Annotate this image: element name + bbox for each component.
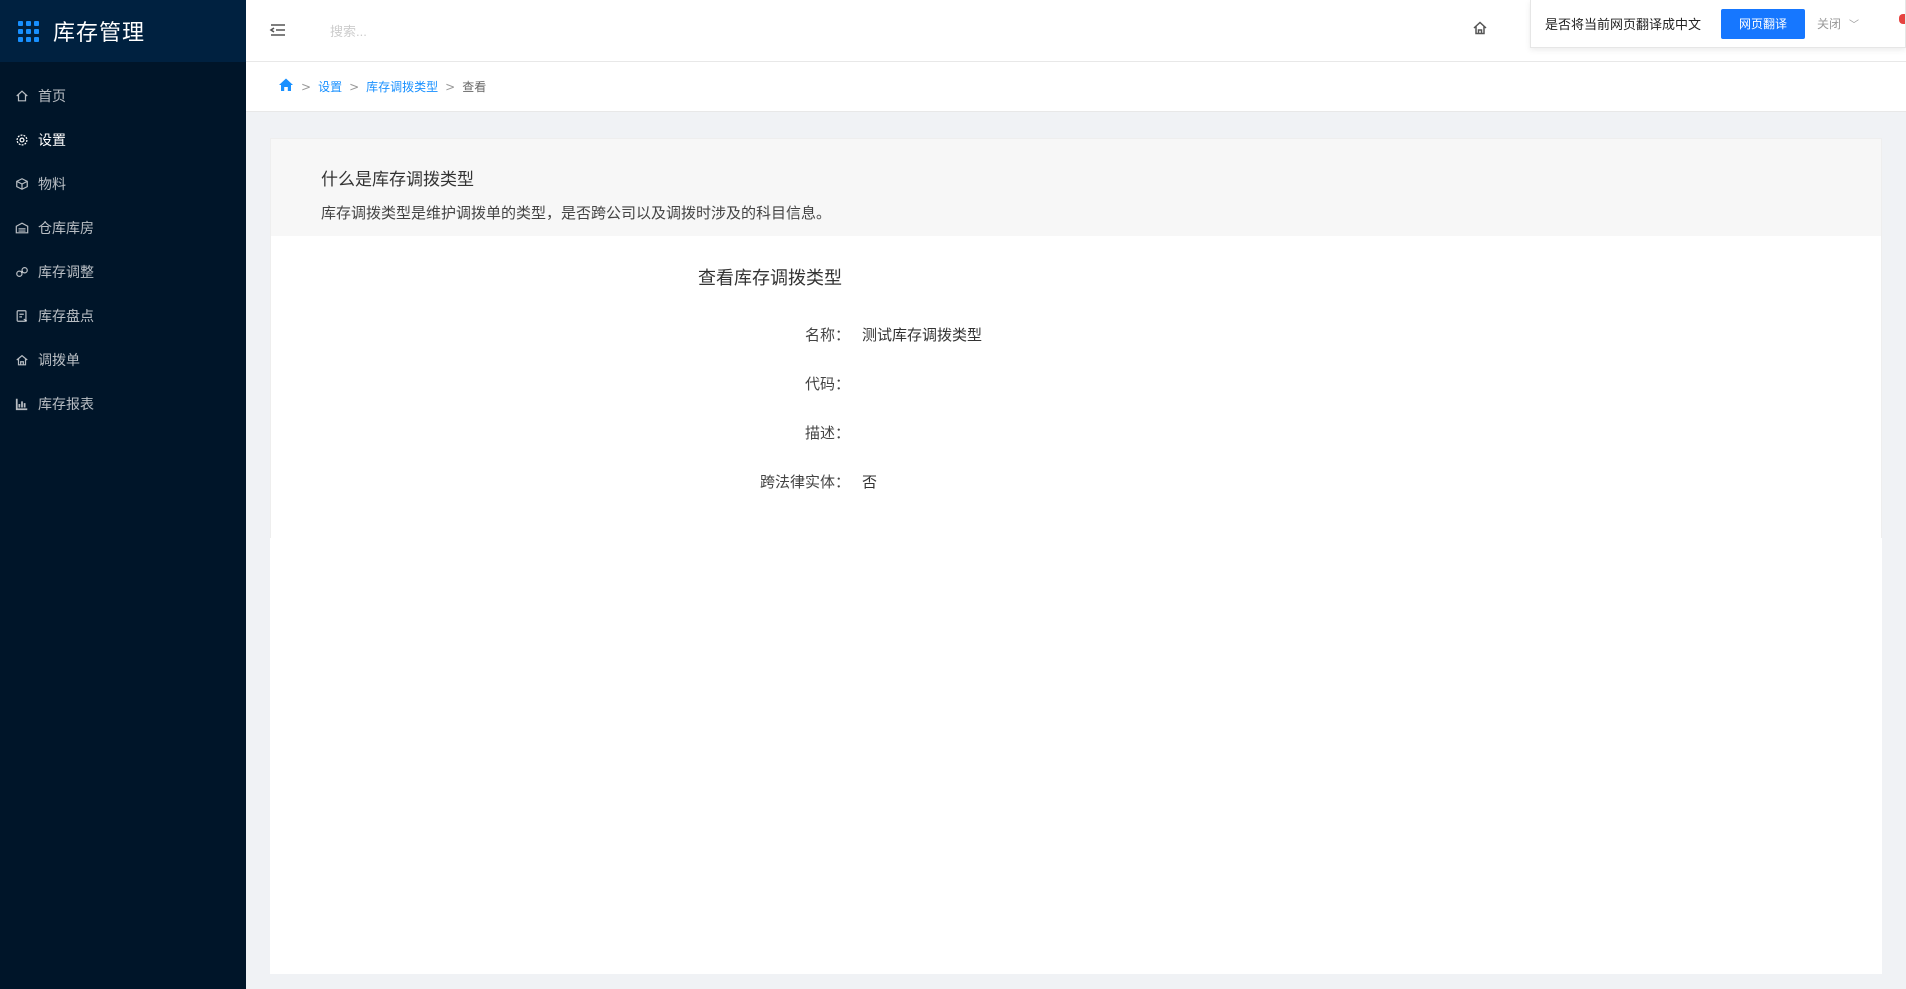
breadcrumb-settings[interactable]: 设置 [318,78,342,95]
home-icon[interactable] [1472,20,1490,38]
translate-prompt-text: 是否将当前网页翻译成中文 [1545,18,1702,33]
field-label: 跨法律实体： [759,472,850,491]
breadcrumb: > 设置 > 库存调拨类型 > 查看 [246,62,1906,112]
field-label: 代码： [804,374,850,393]
intro-title: 什么是库存调拨类型 [321,170,474,190]
warehouse-icon [14,220,30,236]
sidebar-item-transfer-order[interactable]: 调拨单 [0,338,246,382]
search-input[interactable] [330,18,570,44]
checklist-icon [14,308,30,324]
transfer-icon [14,352,30,368]
intro-panel: 什么是库存调拨类型 库存调拨类型是维护调拨单的类型，是否跨公司以及调拨时涉及的科… [270,138,1882,236]
sidebar-item-inventory-adjust[interactable]: 库存调整 [0,250,246,294]
cube-icon [14,176,30,192]
sidebar-item-reports[interactable]: 库存报表 [0,382,246,426]
sidebar-item-label: 调拨单 [38,353,80,369]
sidebar-item-settings[interactable]: 设置 [0,118,246,162]
chevron-down-icon[interactable]: ﹀ [1849,16,1859,31]
sidebar-item-stocktake[interactable]: 库存盘点 [0,294,246,338]
breadcrumb-separator: > [301,79,312,94]
intro-description: 库存调拨类型是维护调拨单的类型，是否跨公司以及调拨时涉及的科目信息。 [321,204,832,222]
form-title: 查看库存调拨类型 [698,268,842,289]
gear-icon [14,132,30,148]
sidebar-menu: 首页 设置 物料 仓库库房 库存调整 库存盘点 调拨单 库存报表 [0,62,246,426]
divider [1881,236,1882,538]
sidebar-item-label: 仓库库房 [38,221,94,237]
field-value: 否 [862,472,878,491]
field-value: 测试库存调拨类型 [862,325,983,344]
field-code: 代码： [270,371,862,395]
translate-button[interactable]: 网页翻译 [1721,8,1806,39]
adjust-icon [14,264,30,280]
brand[interactable]: 库存管理 [0,0,246,62]
translate-close-button[interactable]: 关闭 [1817,15,1841,32]
sidebar-item-warehouse[interactable]: 仓库库房 [0,206,246,250]
home-icon[interactable] [278,77,294,96]
sidebar-item-label: 首页 [38,89,66,105]
field-name: 名称： 测试库存调拨类型 [270,322,982,346]
sidebar-item-label: 物料 [38,177,66,193]
sidebar-item-materials[interactable]: 物料 [0,162,246,206]
sidebar-item-label: 库存盘点 [38,309,94,325]
apps-grid-icon [18,20,39,42]
sidebar-item-home[interactable]: 首页 [0,74,246,118]
field-description: 描述： [270,420,862,444]
home-icon [14,88,30,104]
content-card: 什么是库存调拨类型 库存调拨类型是维护调拨单的类型，是否跨公司以及调拨时涉及的科… [270,138,1882,974]
sidebar-item-label: 库存报表 [38,397,94,413]
breadcrumb-current: 查看 [462,80,487,94]
translate-prompt: 是否将当前网页翻译成中文 网页翻译 关闭 ﹀ [1530,0,1906,48]
breadcrumb-transfer-type[interactable]: 库存调拨类型 [366,78,438,95]
field-label: 描述： [804,423,850,442]
app-title: 库存管理 [53,21,146,46]
sidebar-item-label: 库存调整 [38,265,94,281]
bar-chart-icon [14,396,30,412]
breadcrumb-separator: > [445,79,456,94]
field-label: 名称： [804,325,850,344]
sidebar-item-label: 设置 [38,133,66,149]
field-cross-legal-entity: 跨法律实体： 否 [270,469,877,493]
menu-fold-icon[interactable] [268,20,288,40]
status-dot [1899,14,1905,24]
breadcrumb-separator: > [349,79,360,94]
sidebar: 库存管理 首页 设置 物料 仓库库房 库存调整 库存盘点 调拨单 库存报表 [0,0,246,989]
